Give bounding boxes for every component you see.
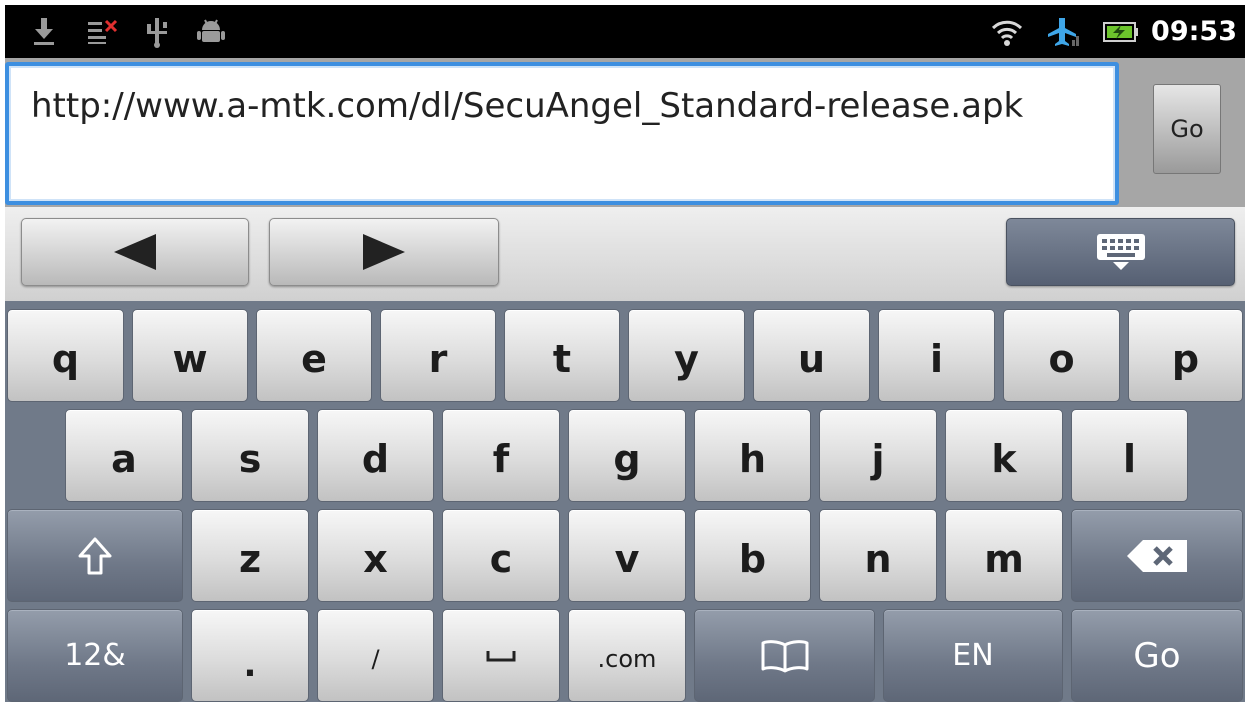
go-button[interactable]: Go (1153, 84, 1221, 174)
url-input[interactable]: http://www.a-mtk.com/dl/SecuAngel_Standa… (5, 62, 1119, 205)
shift-key[interactable] (7, 509, 183, 602)
key-n[interactable]: n (819, 509, 937, 602)
key-d[interactable]: d (317, 409, 434, 502)
book-icon (761, 639, 808, 672)
key-i[interactable]: i (878, 309, 995, 402)
slash-key[interactable]: / (317, 609, 434, 702)
key-s[interactable]: s (191, 409, 309, 502)
key-t[interactable]: t (504, 309, 620, 402)
key-q[interactable]: q (7, 309, 124, 402)
download-icon (31, 5, 57, 58)
hide-keyboard-button[interactable] (1006, 218, 1235, 286)
keyboard-hide-icon (1096, 234, 1145, 270)
key-o[interactable]: o (1003, 309, 1120, 402)
key-k[interactable]: k (945, 409, 1063, 502)
key-h[interactable]: h (694, 409, 811, 502)
key-w[interactable]: w (132, 309, 248, 402)
shift-icon (78, 537, 112, 574)
key-y[interactable]: y (628, 309, 745, 402)
key-l[interactable]: l (1071, 409, 1188, 502)
key-j[interactable]: j (819, 409, 937, 502)
period-key[interactable]: . (191, 609, 309, 702)
key-p[interactable]: p (1128, 309, 1243, 402)
symbols-key[interactable]: 12& (7, 609, 183, 702)
url-text: http://www.a-mtk.com/dl/SecuAngel_Standa… (31, 86, 1024, 126)
airplane-mode-icon (1045, 5, 1083, 58)
cursor-left-button[interactable] (21, 218, 249, 286)
cursor-control-strip (5, 207, 1245, 301)
url-bar-area: http://www.a-mtk.com/dl/SecuAngel_Standa… (5, 58, 1245, 207)
wifi-icon (990, 5, 1024, 58)
cursor-right-button[interactable] (269, 218, 499, 286)
key-v[interactable]: v (568, 509, 686, 602)
key-a[interactable]: a (65, 409, 183, 502)
key-r[interactable]: r (380, 309, 496, 402)
battery-charging-icon (1101, 5, 1141, 58)
dictionary-key[interactable] (694, 609, 875, 702)
usb-icon (143, 5, 171, 58)
soft-keyboard: q w e r t y u i o p a s d f g h j k l z … (5, 301, 1245, 702)
arrow-left-icon (114, 234, 156, 270)
key-e[interactable]: e (256, 309, 372, 402)
go-key[interactable]: Go (1071, 609, 1243, 702)
key-f[interactable]: f (442, 409, 560, 502)
key-m[interactable]: m (945, 509, 1063, 602)
key-g[interactable]: g (568, 409, 686, 502)
sync-error-icon (85, 5, 119, 58)
key-b[interactable]: b (694, 509, 811, 602)
key-z[interactable]: z (191, 509, 309, 602)
key-x[interactable]: x (317, 509, 434, 602)
arrow-right-icon (363, 234, 405, 270)
key-c[interactable]: c (442, 509, 560, 602)
language-key[interactable]: EN (883, 609, 1063, 702)
key-u[interactable]: u (753, 309, 870, 402)
dotcom-key[interactable]: .com (568, 609, 686, 702)
android-debug-icon (195, 5, 227, 58)
space-key[interactable] (442, 609, 560, 702)
backspace-icon (1127, 539, 1187, 572)
clock: 09:53 (1151, 16, 1237, 47)
status-bar: 09:53 (5, 5, 1245, 58)
space-icon (486, 650, 516, 661)
backspace-key[interactable] (1071, 509, 1243, 602)
